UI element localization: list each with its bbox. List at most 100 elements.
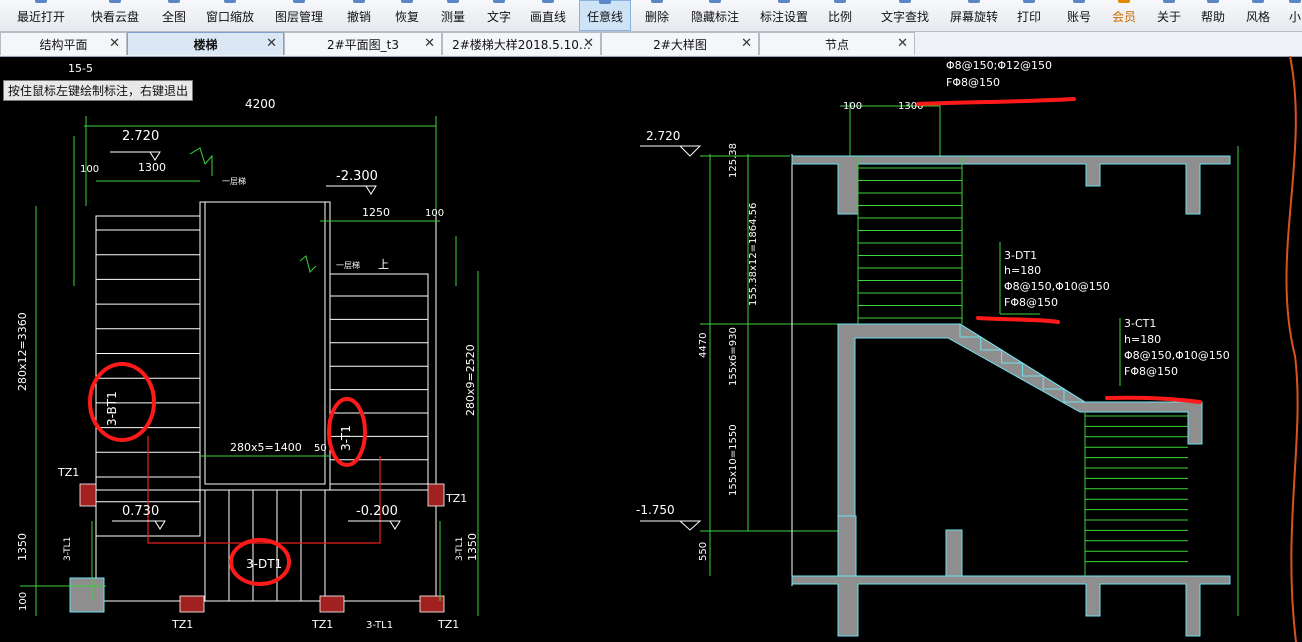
tab-label: 结构平面 bbox=[39, 37, 88, 52]
sec-dim-4470: 4470 bbox=[698, 333, 709, 358]
sec-boundary-line bbox=[1285, 56, 1299, 642]
sec-column-low bbox=[837, 515, 857, 577]
hide-annotation-button[interactable]: 隐藏标注 bbox=[685, 0, 745, 31]
print-button-label: 打印 bbox=[1016, 10, 1041, 24]
sec-dt1-r1: Φ8@150,Φ10@150 bbox=[1004, 280, 1110, 293]
redo-button-label: 恢复 bbox=[394, 10, 419, 24]
close-icon[interactable]: ✕ bbox=[741, 36, 752, 51]
sec-step bbox=[980, 336, 1004, 351]
break-mark-2 bbox=[299, 255, 317, 273]
plan-dim-100a: 100 bbox=[80, 164, 99, 175]
plan-dim-1350-l: 1350 bbox=[16, 533, 29, 561]
tab-4[interactable]: 2#楼梯大样2018.5.10… ✕ bbox=[442, 32, 601, 55]
account-button[interactable]: 账号 bbox=[1062, 0, 1096, 31]
plan-tz1-b1: TZ1 bbox=[171, 618, 193, 631]
annotation-underline-ct1[interactable] bbox=[1105, 395, 1202, 404]
text-button-label: 文字 bbox=[486, 10, 511, 24]
tab-1[interactable]: 结构平面 ✕ bbox=[0, 32, 127, 55]
beam-hatch-2 bbox=[319, 595, 345, 613]
style-button[interactable]: 风格 bbox=[1241, 0, 1275, 31]
sec-upper-flight-hatch bbox=[857, 156, 963, 324]
undo-icon bbox=[353, 0, 365, 3]
redo-button[interactable]: 恢复 bbox=[390, 0, 424, 31]
screen-rotate-button[interactable]: 屏幕旋转 bbox=[944, 0, 1004, 31]
sec-step-profiles bbox=[959, 323, 1087, 403]
draw-line-button-label: 画直线 bbox=[529, 10, 566, 24]
close-icon[interactable]: ✕ bbox=[109, 36, 120, 51]
undo-button-label: 撤销 bbox=[346, 10, 371, 24]
sec-lower-flight-hatch bbox=[1084, 412, 1188, 576]
sec-column-mid bbox=[945, 529, 963, 577]
full-view-button[interactable]: 全图 bbox=[155, 0, 193, 31]
help-button[interactable]: 帮助 bbox=[1196, 0, 1230, 31]
annotation-underline-dt1[interactable] bbox=[976, 316, 1060, 324]
scale-button[interactable]: 比例 bbox=[823, 0, 857, 31]
text-search-button[interactable]: 文字查找 bbox=[875, 0, 935, 31]
column-hatch-left bbox=[79, 483, 97, 507]
measure-button-label: 测量 bbox=[440, 10, 465, 24]
break-mark-1 bbox=[189, 147, 213, 176]
draw-line-button[interactable]: 画直线 bbox=[526, 0, 570, 31]
undo-button[interactable]: 撤销 bbox=[342, 0, 376, 31]
close-icon[interactable]: ✕ bbox=[424, 36, 435, 51]
plan-dim-1300: 1300 bbox=[138, 161, 166, 174]
close-icon[interactable]: ✕ bbox=[266, 36, 277, 51]
cloud-icon bbox=[109, 0, 121, 3]
crown-icon bbox=[1118, 0, 1130, 3]
plan-tz1-b2: TZ1 bbox=[311, 618, 333, 631]
plan-stair-bt1: 3-BT1 bbox=[105, 391, 119, 426]
style-icon bbox=[1252, 0, 1264, 3]
beam-hatch-1 bbox=[179, 595, 205, 613]
freehand-button[interactable]: 任意线 bbox=[579, 0, 631, 31]
sec-elev-symbol-2720 bbox=[640, 145, 702, 157]
close-icon[interactable]: ✕ bbox=[583, 36, 594, 51]
drawing-canvas[interactable]: 15-5 4200 2.720 1300 100 -2.300 1250 100… bbox=[0, 56, 1302, 642]
plan-elev-bl: 0.730 bbox=[122, 504, 159, 519]
window-zoom-button[interactable]: 窗口缩放 bbox=[200, 0, 260, 31]
close-icon[interactable]: ✕ bbox=[897, 36, 908, 51]
plan-stair-dt1: 3-DT1 bbox=[246, 557, 282, 571]
help-icon bbox=[1207, 0, 1219, 3]
print-button[interactable]: 打印 bbox=[1012, 0, 1046, 31]
plan-dim-100-bl: 100 bbox=[18, 592, 29, 611]
about-button[interactable]: 关于 bbox=[1152, 0, 1186, 31]
help-button-label: 帮助 bbox=[1200, 10, 1225, 24]
measure-button[interactable]: 测量 bbox=[436, 0, 470, 31]
tab-3[interactable]: 2#平面图_t3 ✕ bbox=[284, 32, 442, 55]
tab-6[interactable]: 节点 ✕ bbox=[759, 32, 915, 55]
layer-manage-button[interactable]: 图层管理 bbox=[268, 0, 330, 31]
sec-elev-symbol-neg1750 bbox=[640, 520, 702, 531]
annotation-underline-top[interactable] bbox=[916, 97, 1076, 106]
minimize-icon bbox=[1289, 0, 1301, 3]
about-button-label: 关于 bbox=[1156, 10, 1181, 24]
plan-tl1-bottom: 3-TL1 bbox=[366, 620, 393, 631]
print-icon bbox=[1023, 0, 1035, 3]
rotate-icon bbox=[968, 0, 980, 3]
tab-5[interactable]: 2#大样图 ✕ bbox=[601, 32, 759, 55]
annotation-circle-bt1[interactable] bbox=[88, 362, 156, 442]
delete-icon bbox=[651, 0, 663, 3]
fullview-icon bbox=[168, 0, 180, 3]
vip-button[interactable]: 会员 bbox=[1107, 0, 1141, 31]
tab-label: 2#楼梯大样2018.5.10… bbox=[452, 37, 591, 52]
text-button[interactable]: 文字 bbox=[482, 0, 516, 31]
recent-open-button-label: 最近打开 bbox=[16, 10, 65, 24]
scale-button-label: 比例 bbox=[827, 10, 852, 24]
stair-section-view: Φ8@150;Φ12@150 FΦ8@150 100 1300 2.720 -1… bbox=[636, 56, 1299, 642]
quick-cloud-button-label: 快看云盘 bbox=[90, 10, 139, 24]
tab-2[interactable]: 楼梯 ✕ bbox=[127, 32, 284, 55]
plan-dim-100b: 100 bbox=[425, 208, 444, 219]
quick-cloud-button[interactable]: 快看云盘 bbox=[85, 0, 145, 31]
document-tab-bar: 结构平面 ✕ 楼梯 ✕ 2#平面图_t3 ✕ 2#楼梯大样2018.5.10… ✕ 2#大样图 ✕… bbox=[0, 32, 1302, 57]
sec-dim-550: 550 bbox=[698, 542, 709, 561]
minimize-button[interactable]: 小 bbox=[1285, 0, 1302, 31]
plan-up-label: 上 bbox=[378, 258, 389, 271]
recent-open-button[interactable]: 最近打开 bbox=[5, 0, 77, 31]
sec-step bbox=[1063, 388, 1087, 403]
line-icon bbox=[542, 0, 554, 3]
plan-dim-1250: 1250 bbox=[362, 206, 390, 219]
annotation-settings-button[interactable]: 标注设置 bbox=[754, 0, 814, 31]
freehand-icon bbox=[599, 0, 611, 4]
text-search-button-label: 文字查找 bbox=[880, 10, 929, 24]
delete-button[interactable]: 删除 bbox=[640, 0, 674, 31]
